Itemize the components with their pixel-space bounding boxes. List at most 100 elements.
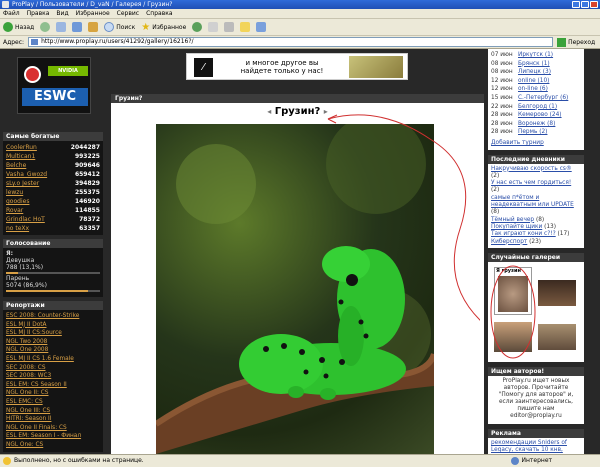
globe-icon [511, 457, 520, 465]
report-link[interactable]: ESL EM: Season I - Финал [6, 432, 100, 441]
diary-link[interactable]: Киберспорт [491, 239, 527, 245]
diary-link[interactable]: Тёмный вечер [491, 217, 534, 223]
user-link[interactable]: sLy.o Jester [6, 179, 39, 188]
tournament-date: 07 июн [491, 52, 513, 58]
tournament-link[interactable]: Пермь (2) [518, 128, 547, 137]
history-icon[interactable] [192, 22, 203, 32]
report-link[interactable]: NGL One III: CS [6, 407, 100, 416]
messenger-icon[interactable] [256, 22, 267, 32]
refresh-icon[interactable] [72, 22, 83, 32]
go-button[interactable]: Переход [557, 37, 596, 47]
report-link[interactable]: NGL Two 2008 [6, 338, 100, 347]
report-link[interactable]: ESL MJ II DotA [6, 321, 100, 330]
tournament-link[interactable]: Кемерово (24) [518, 111, 562, 120]
forward-button[interactable] [40, 22, 51, 32]
print-icon[interactable] [224, 22, 235, 32]
list-item: 12 июн on-line (6) [491, 85, 581, 94]
user-link[interactable]: Belche [6, 161, 26, 170]
report-link[interactable]: SEC 2008: WC3 [6, 372, 100, 381]
back-button[interactable]: Назад [3, 22, 34, 32]
banner-line: найдете только у нас! [240, 67, 324, 75]
diary-link[interactable]: Накручиваю скорость cs® [491, 166, 572, 172]
address-input[interactable]: http://www.proplay.ru/users/41292/galler… [28, 37, 554, 47]
mail-icon[interactable] [208, 22, 219, 32]
page-icon [31, 39, 39, 45]
tournament-link[interactable]: Белгород (1) [518, 103, 557, 112]
list-item: Тёмный вечер (8) [491, 217, 581, 224]
menu-bar: Файл Правка Вид Избранное Сервис Справка [0, 9, 600, 19]
tournament-link[interactable]: Брянск (1) [518, 60, 550, 69]
report-link[interactable]: HITRI: Season II [6, 415, 100, 424]
user-link[interactable]: Grindlac HoT [6, 215, 45, 224]
tournament-date: 22 июн [491, 103, 513, 110]
nvidia-logo-text: NVIDIA [48, 66, 88, 76]
list-item: 08 июн Брянск (1) [491, 60, 581, 69]
diary-count: (2) [491, 172, 500, 179]
menu-file[interactable]: Файл [3, 10, 20, 17]
go-label: Переход [568, 38, 596, 46]
diary-count: (8) [535, 216, 545, 223]
list-item: Belche 909646 [6, 161, 100, 170]
report-link[interactable]: NGL One: CS [6, 441, 100, 450]
maximize-button[interactable] [581, 1, 589, 8]
report-link[interactable]: NGL One II Finals: CS [6, 424, 100, 433]
list-item: 22 июн Белгород (1) [491, 103, 581, 112]
status-text: Выполнено, но с ошибками на странице. [14, 457, 144, 464]
favorites-button[interactable]: ★ Избранное [141, 22, 186, 33]
diary-link[interactable]: Так играют кони с?!? [491, 231, 556, 237]
tournament-link[interactable]: on-line (6) [518, 85, 548, 94]
report-link[interactable]: ESL EM: CS Season II [6, 381, 100, 390]
menu-edit[interactable]: Правка [27, 10, 50, 17]
address-bar: Адрес: http://www.proplay.ru/users/41292… [0, 36, 600, 49]
menu-help[interactable]: Справка [146, 10, 172, 17]
menu-view[interactable]: Вид [56, 10, 68, 17]
user-link[interactable]: CoolerRun [6, 143, 37, 152]
user-link[interactable]: goodies [6, 197, 29, 206]
tournament-link[interactable]: Иркутск (1) [518, 51, 553, 60]
stop-icon[interactable] [56, 22, 67, 32]
add-tournament-link[interactable]: Добавить турнир [491, 139, 544, 148]
richest-list: CoolerRun 2044287 Multican1 993225 Belche 9… [3, 141, 103, 235]
report-link[interactable]: ESL MJ II CS 1.6 Female [6, 355, 100, 364]
close-button[interactable] [590, 1, 598, 8]
report-link[interactable]: ESC 2008: Counter-Strike [6, 312, 100, 321]
diary-link[interactable]: Покупайте щики [491, 224, 542, 230]
tournament-link[interactable]: online (10) [518, 77, 549, 86]
banner-logo-icon: ⁄ [194, 58, 213, 77]
window-title: ProPlay / Пользователи / D_vaN / Галерея… [12, 1, 173, 8]
poll-bar-fill [6, 272, 19, 274]
page-viewport: NVIDIA ESWC Самые богатые CoolerRun 20442… [0, 49, 600, 454]
tournament-link[interactable]: С.-Петербург (6) [518, 94, 568, 103]
diary-link[interactable]: самые п*ётом и неадекватным или UPDATE [491, 195, 574, 208]
ads-text[interactable]: рекомендации Sniders of Legacy, скачать … [488, 437, 584, 454]
menu-favorites[interactable]: Избранное [76, 10, 110, 17]
tournament-link[interactable]: Воронеж (8) [518, 120, 555, 129]
user-link[interactable]: no teXx [6, 224, 29, 233]
home-icon[interactable] [88, 22, 99, 32]
tournament-link[interactable]: Липецк (3) [518, 68, 551, 77]
search-button[interactable]: Поиск [104, 22, 135, 32]
user-link[interactable]: lewzu [6, 188, 23, 197]
list-item: 28 июн Кемерово (24) [491, 111, 581, 120]
logo-ball-icon [24, 66, 41, 83]
user-link[interactable]: Rovar [6, 206, 23, 215]
minimize-button[interactable] [572, 1, 580, 8]
list-item: самые п*ётом и неадекватным или UPDATE (… [491, 195, 581, 217]
user-link[interactable]: Vasha_Gwozd [6, 170, 47, 179]
eswc-logo-text: ESWC [22, 88, 88, 106]
prev-image-link[interactable]: ◂ [267, 107, 271, 116]
report-link[interactable]: ESL MJ II CS:Source [6, 329, 100, 338]
report-link[interactable]: SEC 2008: CS [6, 364, 100, 373]
menu-tools[interactable]: Сервис [117, 10, 139, 17]
status-bar: Выполнено, но с ошибками на странице. Ин… [0, 454, 600, 467]
gallery-title: Грузин? [274, 106, 321, 117]
ad-banner[interactable]: ⁄ и многое другое вы найдете только у на… [186, 53, 408, 80]
report-link[interactable]: NGL One II: CS [6, 389, 100, 398]
report-link[interactable]: ESL EMC: CS [6, 398, 100, 407]
user-link[interactable]: Multican1 [6, 152, 35, 161]
poll-question: Я: [6, 250, 14, 257]
report-link[interactable]: NGL One 2008 [6, 346, 100, 355]
diary-link[interactable]: У нас есть чем гордиться! [491, 180, 571, 186]
user-value: 63357 [79, 225, 100, 232]
folder-icon[interactable] [240, 22, 251, 32]
